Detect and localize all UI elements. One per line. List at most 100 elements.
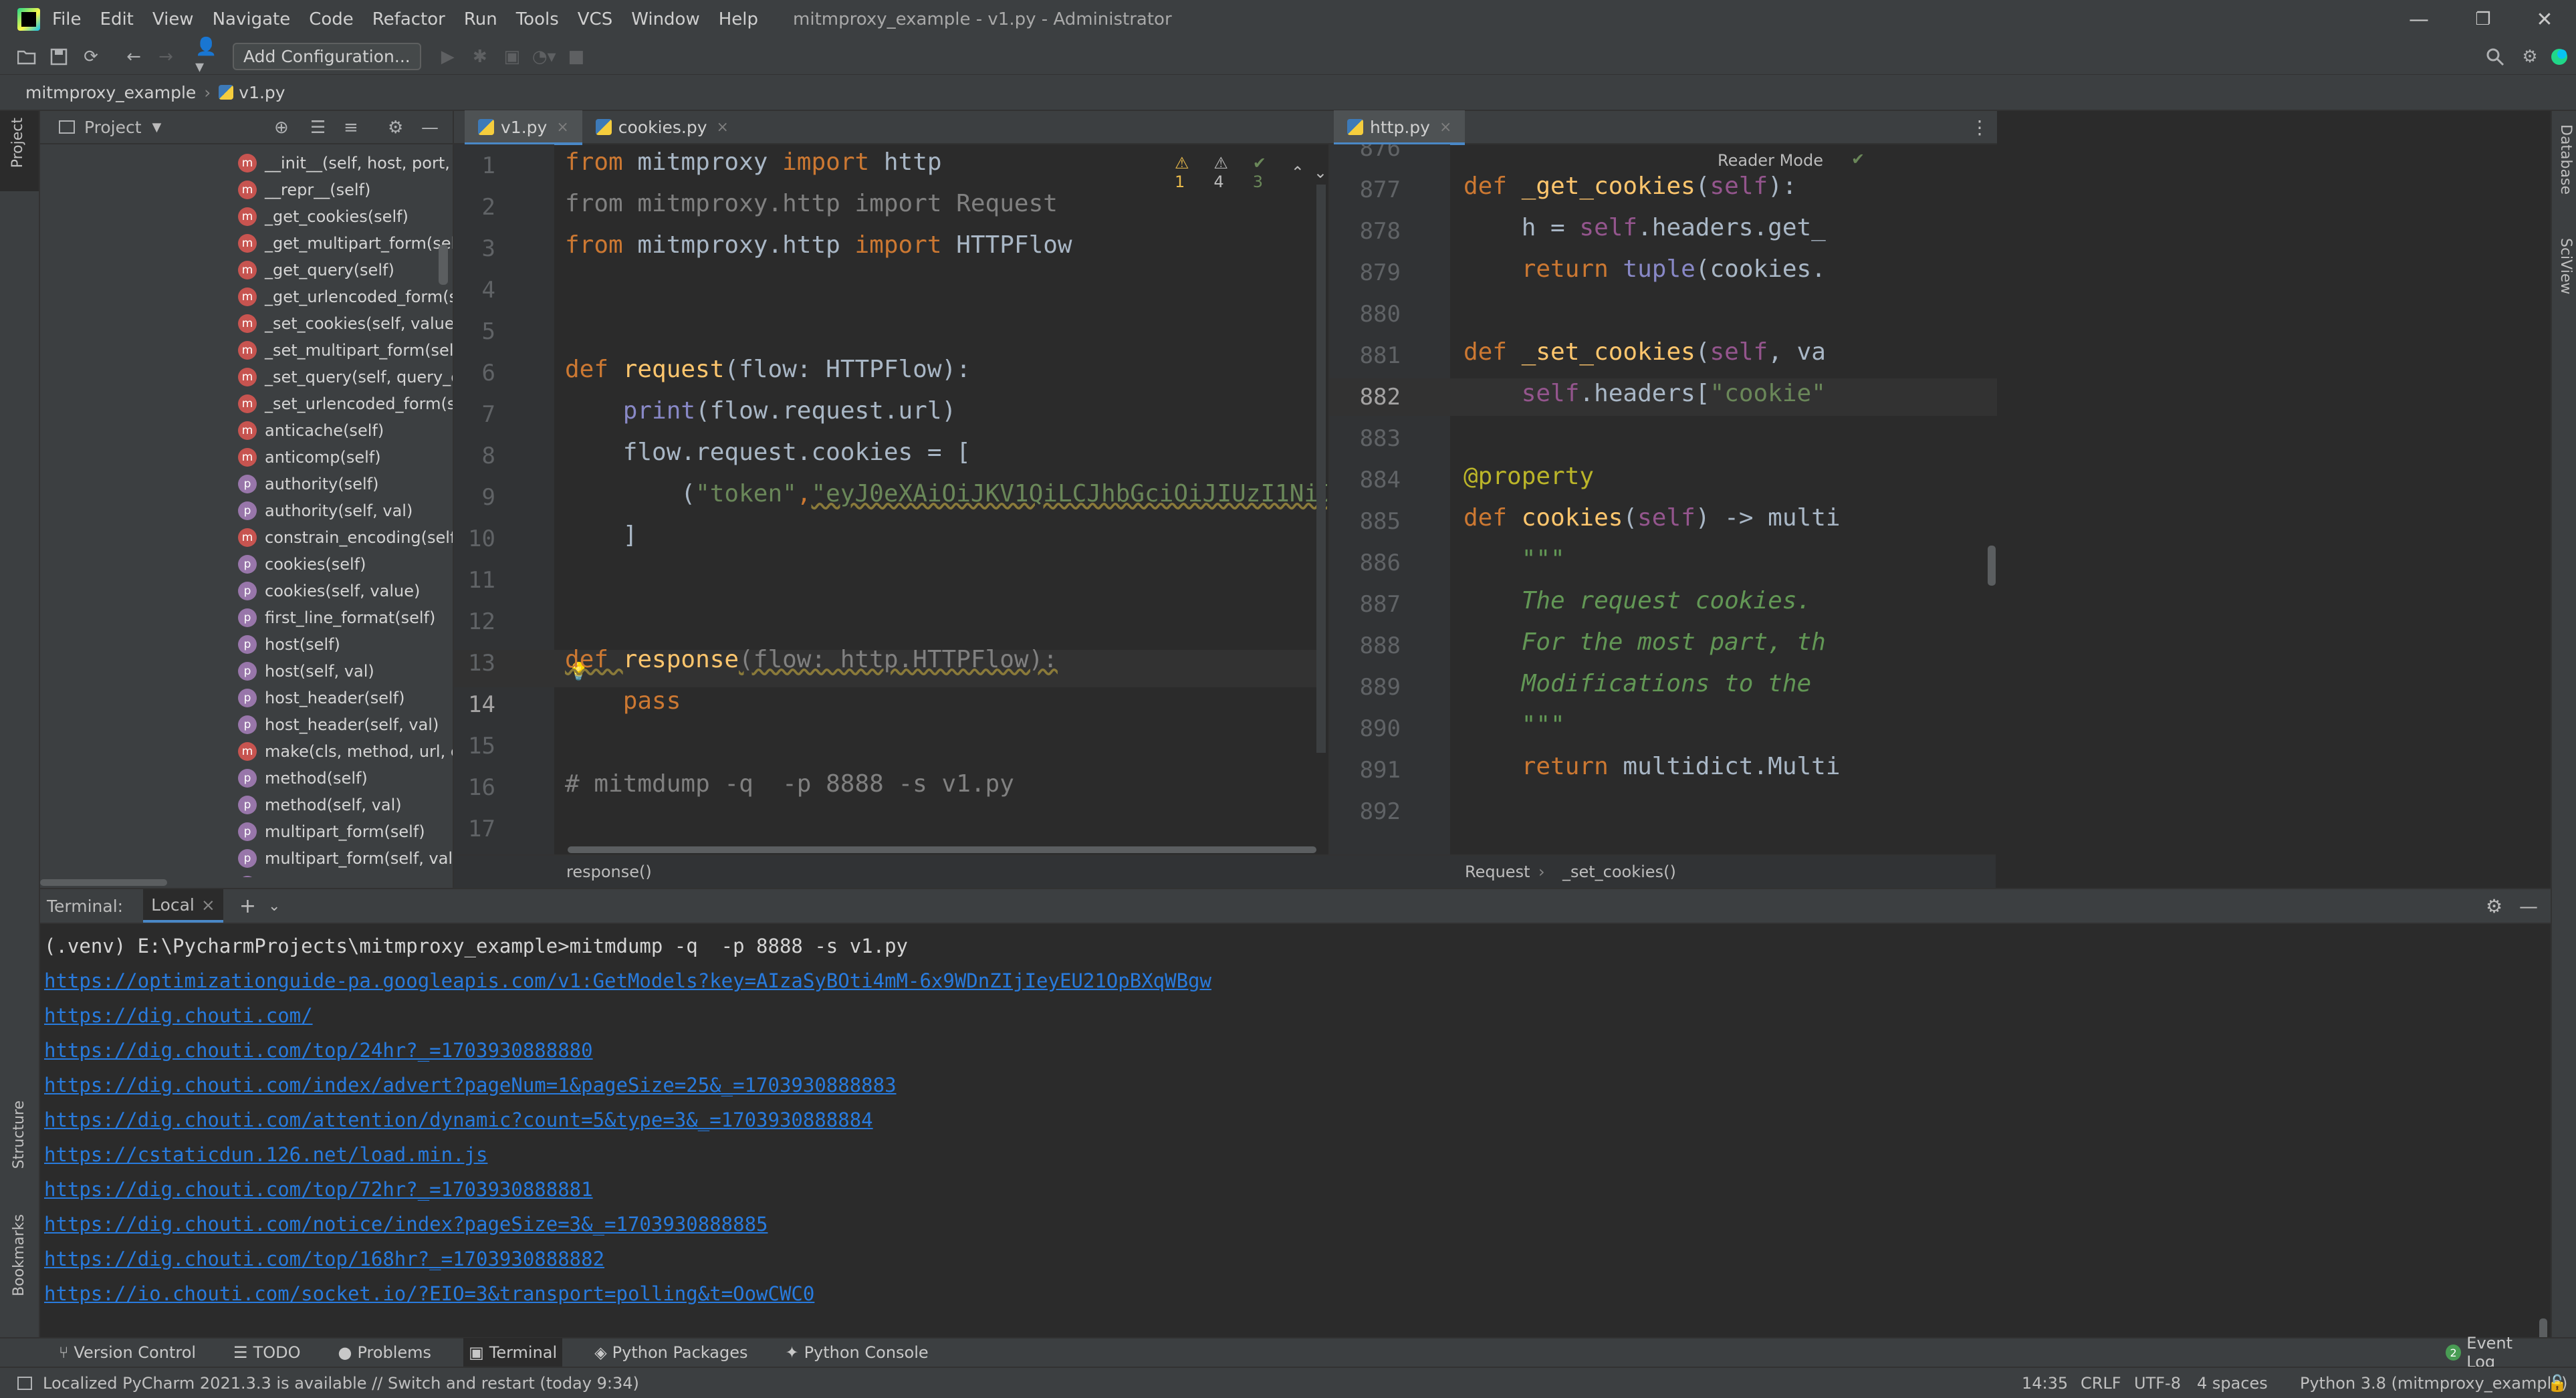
chevron-up-icon[interactable]: ⌃ [1291,163,1304,182]
lock-icon[interactable]: 🔓 [2547,1374,2567,1393]
tree-scrollbar[interactable] [439,245,448,285]
editor-scrollbar[interactable] [1316,185,1326,753]
tree-hscroll[interactable] [40,877,453,888]
more-tabs-icon[interactable]: ⋮ [1970,116,1989,138]
method-icon: m [238,207,257,226]
collapse-all-icon[interactable]: ≡ [344,111,358,144]
status-message[interactable]: Localized PyCharm 2021.3.3 is available … [43,1374,639,1393]
problems-tab[interactable]: ● Problems [332,1338,437,1367]
breadcrumb-project[interactable]: mitmproxy_example [25,83,196,102]
tab-http-py[interactable]: http.py × [1334,110,1466,145]
project-panel: Project ▼ ⊕ ☰ ≡ ⚙ — m __init__(self, host… [40,111,471,895]
tab-v1-py[interactable]: v1.py × [465,110,582,145]
save-all-icon[interactable] [45,43,72,70]
locate-icon[interactable]: ⊕ [274,111,289,144]
menu-run[interactable]: Run [464,9,497,29]
sciview-tool-button[interactable]: SciView [2557,238,2574,294]
terminal-url-link[interactable]: https://io.chouti.com/socket.io/?EIO=3&t… [44,1282,814,1305]
close-tab-icon[interactable]: × [556,119,568,136]
tab-cookies-py[interactable]: cookies.py × [582,110,742,144]
project-tool-button[interactable]: Project [0,111,39,191]
chevron-down-icon[interactable]: ⌄ [1314,163,1327,182]
breadcrumb-request[interactable]: Request [1465,862,1530,881]
code-line-890: """ [1463,711,1565,739]
python-console-tab[interactable]: ✦ Python Console [780,1338,933,1367]
close-tab-icon[interactable]: × [201,895,215,915]
terminal-tab[interactable]: ▣ Terminal [463,1338,563,1367]
version-control-tab[interactable]: ⑂ Version Control [53,1338,201,1367]
bookmarks-tool-button[interactable]: Bookmarks [11,1214,27,1296]
add-configuration-button[interactable]: Add Configuration... [233,43,421,70]
terminal-url-link[interactable]: https://dig.chouti.com/ [44,1004,313,1027]
hide-panel-icon[interactable]: — [421,111,439,144]
settings-gear-icon[interactable]: ⚙ [2516,43,2543,70]
terminal-url-link[interactable]: https://dig.chouti.com/notice/index?page… [44,1213,768,1236]
breadcrumb-response[interactable]: response() [566,862,652,881]
terminal-url-link[interactable]: https://dig.chouti.com/top/72hr?_=170393… [44,1178,593,1201]
debug-icon[interactable]: ✱ [467,43,493,70]
line-separator[interactable]: CRLF [2081,1374,2121,1393]
menu-edit[interactable]: Edit [100,9,134,29]
run-icon[interactable]: ▶ [435,43,461,70]
terminal-output[interactable]: (.venv) E:\PycharmProjects\mitmproxy_exa… [40,924,2551,1356]
menu-window[interactable]: Window [631,9,700,29]
profile-icon[interactable]: ◔▾ [531,43,558,70]
chevron-down-icon[interactable]: ⌄ [268,898,280,915]
minimize-button[interactable]: — [2388,0,2450,39]
terminal-url-link[interactable]: https://optimizationguide-pa.googleapis.… [44,969,1211,992]
open-folder-icon[interactable] [13,43,40,70]
toggle-tool-windows-icon[interactable] [17,1376,32,1390]
stop-icon[interactable]: ■ [563,43,590,70]
terminal-settings-gear-icon[interactable]: ⚙ [2486,895,2502,917]
menu-navigate[interactable]: Navigate [213,9,291,29]
tree-item-label: authority(self) [265,475,379,493]
breadcrumb-set-cookies[interactable]: _set_cookies() [1562,862,1676,881]
event-log-button[interactable]: 2 Event Log [2440,1334,2549,1371]
sync-icon[interactable]: ⟳ [78,43,104,70]
structure-tool-button[interactable]: Structure [11,1100,27,1169]
python-interpreter[interactable]: Python 3.8 (mitmproxy_example) [2300,1374,2567,1393]
terminal-tab-local[interactable]: Local × [143,889,223,923]
editor-hscroll[interactable] [454,846,1327,854]
menu-refactor[interactable]: Refactor [372,9,445,29]
terminal-url-link[interactable]: https://dig.chouti.com/top/24hr?_=170393… [44,1039,593,1062]
jetbrains-icon[interactable] [2546,43,2573,70]
breadcrumb-file[interactable]: v1.py [239,83,285,102]
search-icon[interactable] [2482,43,2508,70]
menu-tools[interactable]: Tools [516,9,559,29]
forward-arrow-icon[interactable]: → [152,43,179,70]
editor-pane-http[interactable]: 876 877 878 879 880 881 882 883 884 885 886 887 888 8… [1328,144,1997,854]
database-tool-button[interactable]: Database [2557,124,2574,195]
todo-tab[interactable]: ☰ TODO [228,1338,306,1367]
close-tab-icon[interactable]: × [717,119,729,136]
back-arrow-icon[interactable]: ← [120,43,147,70]
python-packages-tab[interactable]: ◈ Python Packages [589,1338,753,1367]
inspection-widget[interactable]: ⚠ 1 ⚠ 4 ✔ 3 ⌃ ⌄ [1175,154,1327,191]
indent-setting[interactable]: 4 spaces [2197,1374,2268,1393]
panel-settings-gear-icon[interactable]: ⚙ [388,111,403,144]
terminal-url-link[interactable]: https://dig.chouti.com/attention/dynamic… [44,1109,873,1131]
coverage-icon[interactable]: ▣ [499,43,525,70]
menu-code[interactable]: Code [309,9,354,29]
menu-vcs[interactable]: VCS [578,9,612,29]
caret-position[interactable]: 14:35 [2022,1374,2068,1393]
restore-button[interactable]: ❐ [2452,0,2514,39]
new-terminal-plus-icon[interactable]: + [239,895,256,918]
editor-scrollbar[interactable] [1988,546,1996,586]
menu-help[interactable]: Help [719,9,758,29]
terminal-url-link[interactable]: https://dig.chouti.com/top/168hr?_=17039… [44,1248,604,1270]
terminal-url-link[interactable]: https://dig.chouti.com/index/advert?page… [44,1074,897,1096]
hide-panel-icon[interactable]: — [2519,895,2538,917]
reader-mode-button[interactable]: Reader Mode [1718,151,1823,170]
project-panel-title[interactable]: Project [84,118,142,137]
close-tab-icon[interactable]: × [1439,119,1451,136]
menu-file[interactable]: File [52,9,82,29]
close-button[interactable]: ✕ [2514,0,2575,39]
user-icon[interactable]: 👤▾ [195,37,222,77]
terminal-url-link[interactable]: https://cstaticdun.126.net/load.min.js [44,1143,487,1166]
menu-view[interactable]: View [152,9,194,29]
file-encoding[interactable]: UTF-8 [2134,1374,2181,1393]
expand-all-icon[interactable]: ☰ [310,111,326,144]
editor-pane-v1[interactable]: 1 2 3 4 5 6 7 8 9 10 11 12 13 14 15 16 17 from mitmproxy… [454,144,1327,854]
chevron-down-icon[interactable]: ▼ [152,120,162,134]
